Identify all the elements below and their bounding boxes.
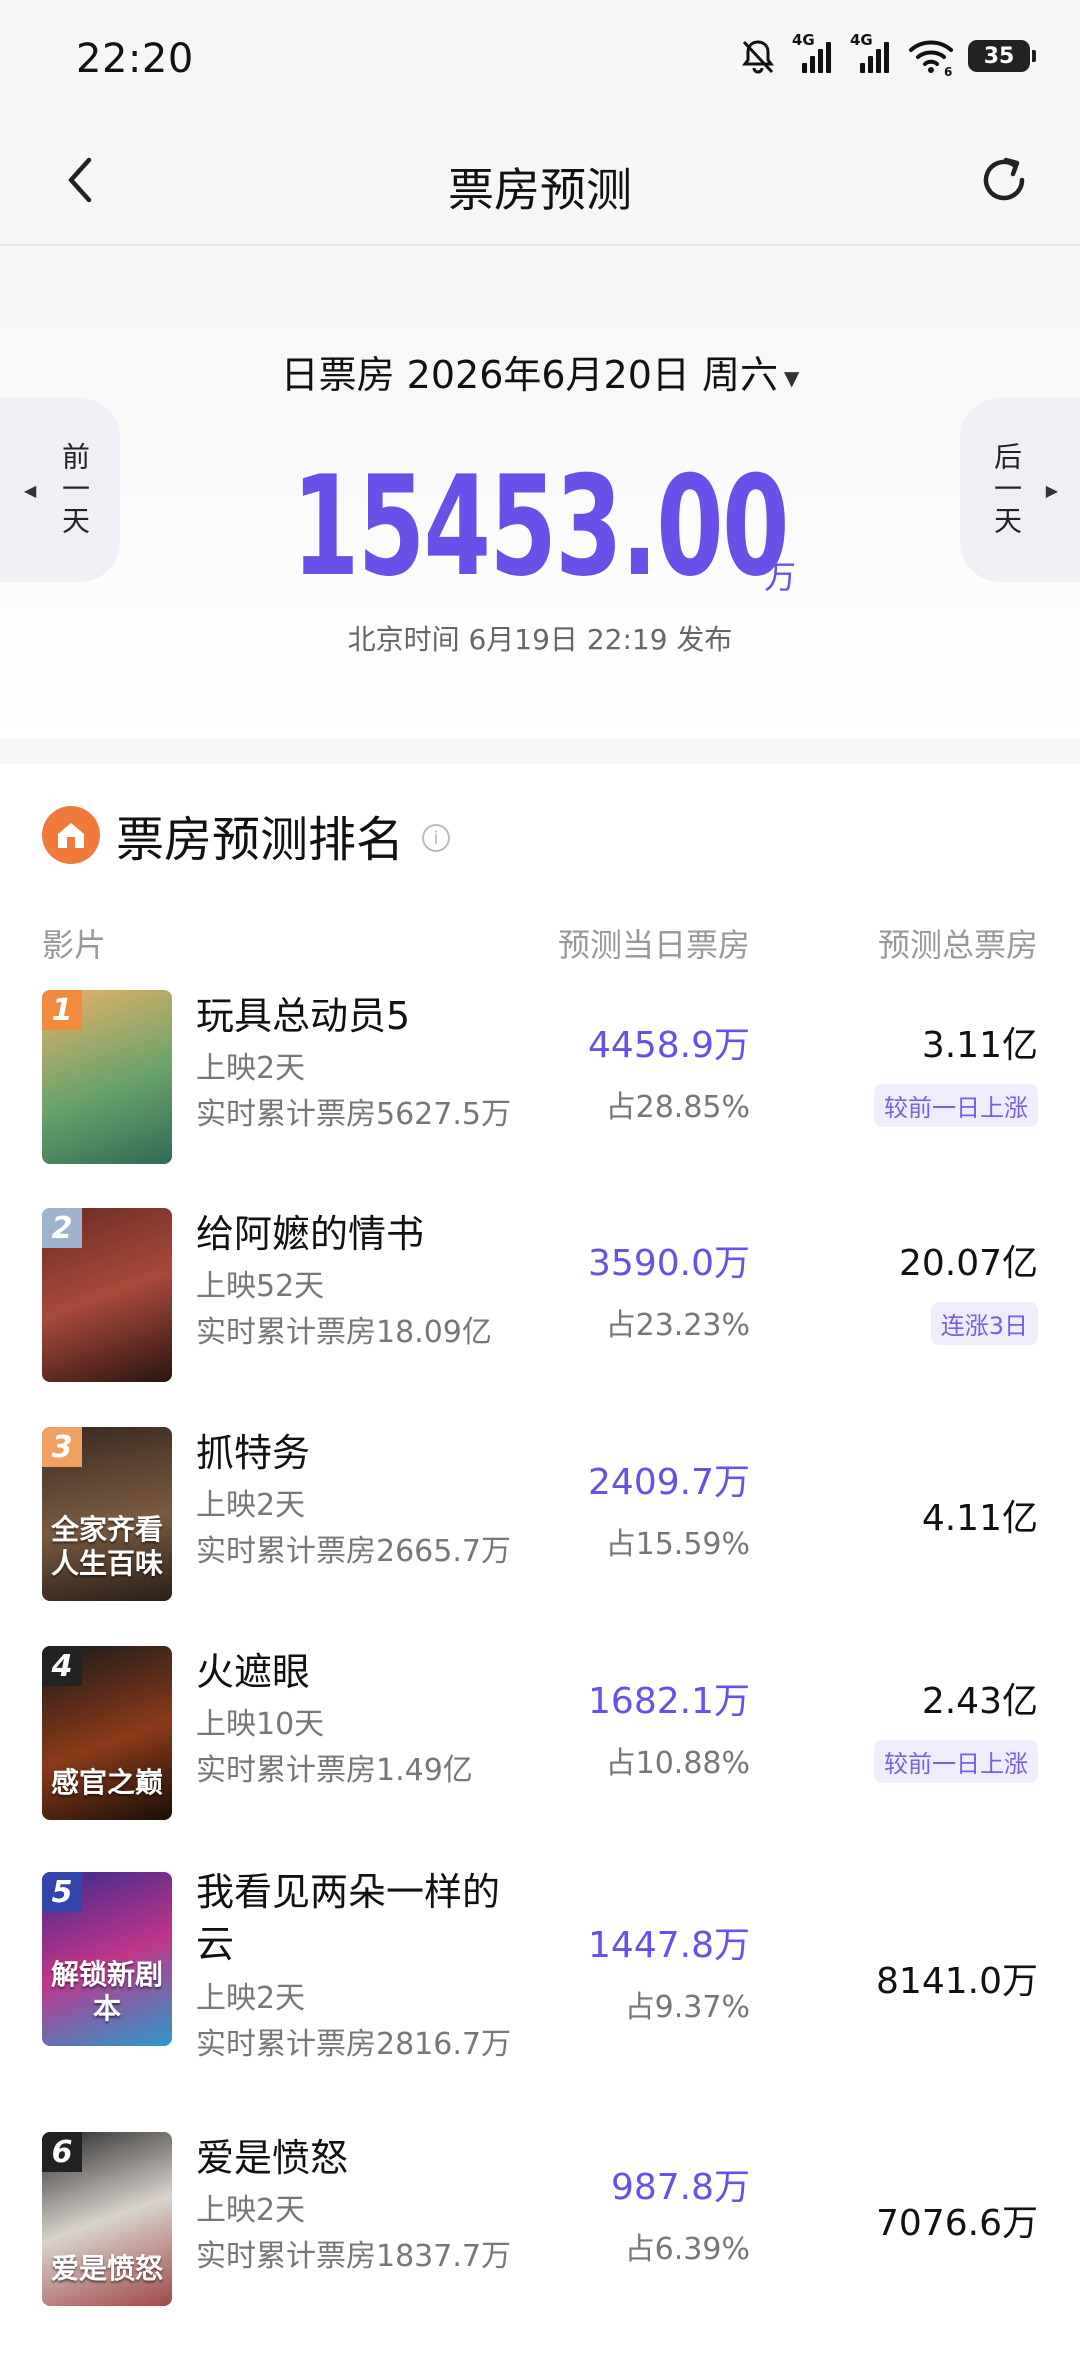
table-row[interactable]: 3 全家齐看 人生百味 抓特务上映2天实时累计票房2665.7万 2409.7万占15… xyxy=(0,1427,1080,1627)
trend-tag: 连涨3日 xyxy=(930,1302,1038,1345)
table-row[interactable]: 6 爱是愤怒 爱是愤怒 上映2天 实时累计票房1837.7万 987.8万 占6.39% 70… xyxy=(0,2132,1080,2332)
daily-total-value: 15453.00 xyxy=(292,446,790,607)
predicted-total-box-office: 7076.6万 xyxy=(876,2203,1038,2244)
movie-poster[interactable]: 3 全家齐看 人生百味 xyxy=(42,1427,172,1601)
film-title[interactable]: 爱是愤怒 xyxy=(196,2132,536,2184)
predicted-day-box-office: 1447.8万 xyxy=(588,1925,750,1966)
date-label: 日票房 2026年6月20日 周六 xyxy=(280,353,778,397)
mute-bell-icon xyxy=(742,40,774,74)
daily-total-amount: 15453.00 万 xyxy=(0,446,1080,607)
refresh-button[interactable] xyxy=(972,148,1036,212)
publish-time-note: 北京时间 6月19日 22:19 发布 xyxy=(347,623,733,656)
poster-tagline: 全家齐看 人生百味 xyxy=(50,1513,163,1580)
day-share-percent: 占15.59% xyxy=(605,1527,750,1562)
release-days: 上映2天 xyxy=(196,2193,306,2228)
rank-badge: 1 xyxy=(42,990,82,1030)
nav-bar: 票房预测 xyxy=(0,118,1080,246)
ranking-title: 票房预测排名 xyxy=(116,812,405,868)
release-days: 上映2天 xyxy=(196,1981,306,2016)
cellular-signal-icon: 4G xyxy=(850,31,894,73)
table-row[interactable]: 2 给阿嬷的情书上映52天实时累计票房18.09亿 3590.0万占23.23% 20… xyxy=(0,1208,1080,1408)
page-title: 票房预测 xyxy=(448,163,632,217)
status-bar: 22:20 4G 4G 6 35 xyxy=(0,0,1080,118)
ranking-house-icon xyxy=(42,806,100,864)
release-days: 上映2天 xyxy=(196,1488,306,1523)
day-share-percent: 占28.85% xyxy=(605,1090,750,1125)
date-selector[interactable]: 日票房 2026年6月20日 周六 ▼ xyxy=(0,344,1080,399)
status-icons: 4G 4G 6 35 xyxy=(738,31,1036,78)
predicted-total-box-office: 4.11亿 xyxy=(921,1498,1038,1539)
poster-tagline: 爱是愤怒 xyxy=(50,2252,163,2285)
movie-poster[interactable]: 5 解锁新剧本 xyxy=(42,1872,172,2046)
trend-tag: 较前一日上涨 xyxy=(874,1740,1038,1783)
movie-poster[interactable]: 1 xyxy=(42,990,172,1164)
daily-total-unit: 万 xyxy=(764,558,797,596)
movie-poster[interactable]: 6 爱是愤怒 xyxy=(42,2132,172,2306)
info-icon[interactable]: i xyxy=(422,824,451,852)
wifi-icon: 6 xyxy=(909,40,953,76)
column-header-total-box-office: 预测总票房 xyxy=(877,926,1038,964)
caret-down-icon: ▼ xyxy=(784,365,800,390)
release-days: 上映10天 xyxy=(196,1707,325,1742)
rank-badge: 6 xyxy=(42,2132,82,2172)
predicted-total-box-office: 20.07亿 xyxy=(898,1243,1038,1284)
day-share-percent: 占6.39% xyxy=(624,2232,750,2267)
battery-indicator: 35 xyxy=(968,40,1036,72)
cellular-signal-icon: 4G xyxy=(792,31,836,73)
day-share-percent: 占10.88% xyxy=(605,1746,750,1781)
column-header-film: 影片 xyxy=(42,926,107,964)
predicted-day-box-office: 2409.7万 xyxy=(588,1462,750,1503)
release-days: 上映52天 xyxy=(196,1269,325,1304)
rank-badge: 2 xyxy=(42,1208,82,1248)
refresh-icon xyxy=(983,157,1025,201)
predicted-total-box-office: 8141.0万 xyxy=(876,1961,1038,2002)
predicted-day-box-office: 4458.9万 xyxy=(588,1025,750,1066)
rank-badge: 3 xyxy=(42,1427,82,1467)
film-title[interactable]: 抓特务 xyxy=(196,1427,536,1479)
release-days: 上映2天 xyxy=(196,1051,306,1086)
predicted-day-box-office: 3590.0万 xyxy=(588,1243,750,1284)
film-title[interactable]: 玩具总动员5 xyxy=(196,990,536,1042)
movie-poster[interactable]: 2 xyxy=(42,1208,172,1382)
day-share-percent: 占23.23% xyxy=(605,1308,750,1343)
cumulative-box-office: 实时累计票房18.09亿 xyxy=(196,1315,492,1350)
predicted-day-box-office: 1682.1万 xyxy=(588,1681,750,1722)
predicted-total-box-office: 3.11亿 xyxy=(921,1025,1038,1066)
trend-tag: 较前一日上涨 xyxy=(874,1084,1038,1127)
cumulative-box-office: 实时累计票房2816.7万 xyxy=(196,2027,511,2062)
cumulative-box-office: 实时累计票房5627.5万 xyxy=(196,1097,511,1132)
day-share-percent: 占9.37% xyxy=(624,1990,750,2025)
table-row[interactable]: 5 解锁新剧本 我看见两朵一样的云上映2天实时累计票房2816.7万 1447.8万占… xyxy=(0,1866,1080,2066)
poster-tagline: 感官之巅 xyxy=(50,1766,163,1799)
status-time: 22:20 xyxy=(76,36,194,82)
table-row[interactable]: 4 感官之巅 火遮眼上映10天实时累计票房1.49亿 1682.1万占10.88% 2.… xyxy=(0,1646,1080,1846)
cumulative-box-office: 实时累计票房1.49亿 xyxy=(196,1753,473,1788)
network-type-label: 4G xyxy=(850,31,873,49)
film-title[interactable]: 给阿嬷的情书 xyxy=(196,1208,536,1260)
daily-box-office-hero: 日票房 2026年6月20日 周六 ▼ ◀ 前一天 后一天 ▶ 15453.00 … xyxy=(0,246,1080,746)
rank-badge: 4 xyxy=(42,1646,82,1686)
film-title[interactable]: 火遮眼 xyxy=(196,1646,536,1698)
film-title[interactable]: 我看见两朵一样的云 xyxy=(196,1866,526,1970)
cumulative-box-office: 实时累计票房1837.7万 xyxy=(196,2239,511,2274)
predicted-day-box-office: 987.8万 xyxy=(610,2167,750,2208)
column-header-day-box-office: 预测当日票房 xyxy=(557,926,750,964)
svg-text:6: 6 xyxy=(944,65,952,76)
rank-badge: 5 xyxy=(42,1872,82,1912)
poster-tagline: 解锁新剧本 xyxy=(50,1958,163,2025)
section-divider xyxy=(0,738,1080,764)
network-type-label: 4G xyxy=(792,31,815,49)
cumulative-box-office: 实时累计票房2665.7万 xyxy=(196,1534,511,1569)
movie-poster[interactable]: 4 感官之巅 xyxy=(42,1646,172,1820)
predicted-total-box-office: 2.43亿 xyxy=(921,1681,1038,1722)
table-row[interactable]: 1 玩具总动员5 上映2天实时累计票房5627.5万 4458.9万占28.85% 3.… xyxy=(0,990,1080,1190)
ranking-header: 票房预测排名 i xyxy=(42,800,451,870)
